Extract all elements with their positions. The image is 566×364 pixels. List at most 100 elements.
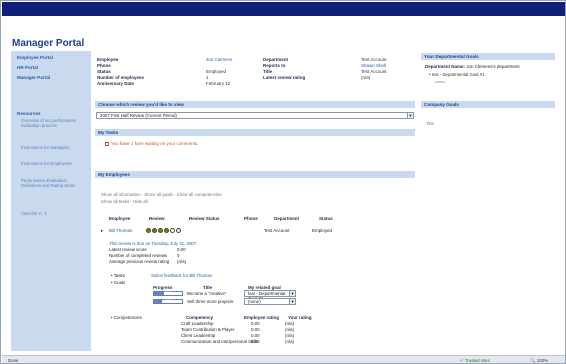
related-goal-select[interactable]: test - Departmental Goal #1▼ xyxy=(244,290,296,301)
row-status: Employed xyxy=(312,228,333,233)
goals-row: • Goals xyxy=(111,280,125,285)
chevron-down-icon[interactable]: ▼ xyxy=(289,299,295,304)
sidebar-item-employee-portal[interactable]: Employee Portal xyxy=(17,55,53,60)
review-status-dot xyxy=(146,228,151,234)
detail-value: (n/a) xyxy=(177,258,187,264)
dept-name-value: Jon Clemens's department xyxy=(466,64,520,69)
related-goal-select[interactable]: (none) ▼ xyxy=(244,298,296,305)
expand-icon[interactable]: ▸ xyxy=(101,228,109,234)
detail-row: Average previous review rating (n/a) xyxy=(109,259,186,265)
goals-label: Goals xyxy=(113,280,126,285)
employee-info-values-2: Test Account Shawn Shell Test Account (n… xyxy=(361,57,416,81)
zoom-level[interactable]: 🔍 100% xyxy=(530,358,548,363)
tasks-row: • Tasks xyxy=(111,273,125,278)
company-goals-heading: Company Goals xyxy=(421,101,555,108)
task-checkbox-icon xyxy=(105,141,109,146)
chevron-down-icon[interactable]: ▼ xyxy=(289,291,295,296)
dept-goal-text: test - Departmental Goal #1 xyxy=(431,72,485,77)
detail-value: 0.00 xyxy=(177,247,186,252)
chevron-down-icon[interactable]: ▼ xyxy=(407,113,413,118)
review-status-dot xyxy=(176,228,181,234)
sidebar-link-definitions[interactable]: Performance Evaluation Definitions and R… xyxy=(21,178,85,188)
competency-name: Team Contribution & Player xyxy=(181,327,235,332)
goal-title: Sell three more projects xyxy=(187,299,234,304)
col-status: Status xyxy=(319,216,333,221)
competency-employee: 0.00 xyxy=(251,333,260,338)
sidebar-item-hr-portal[interactable]: HR Portal xyxy=(17,65,38,70)
row-department: Test Account xyxy=(264,228,290,233)
label-latest-rating: Latest review rating xyxy=(263,75,306,80)
goal-progress-text: 35% xyxy=(165,291,173,295)
competency-name: Client Leadership xyxy=(181,333,216,338)
competency-yours: (n/a) xyxy=(285,333,295,338)
value-anniversary: February 12 xyxy=(206,81,231,86)
filter-line-2[interactable]: Show all tasks - Hide all xyxy=(101,199,148,204)
col-employee: Employee xyxy=(109,216,131,221)
row-employee[interactable]: Bill Thomas xyxy=(109,228,149,233)
sidebar-link-overview[interactable]: Overview of our performance evaluation p… xyxy=(21,118,85,128)
filter-links-1[interactable]: Show all information - Show all goals - … xyxy=(101,192,222,197)
dept-goal-item: • test - Departmental Goal #1 xyxy=(429,72,485,77)
goal-row: 30% Sell three more projects (none) ▼ xyxy=(153,298,413,306)
task-message: You have 1 form waiting on your comments… xyxy=(111,141,199,146)
dept-name-row: Department Name: Jon Clemens's departmen… xyxy=(425,64,555,69)
col-phone: Phone xyxy=(244,216,258,221)
goal-progress-fill xyxy=(154,300,163,303)
sidebar-link-instructions-managers[interactable]: Instructions for Managers xyxy=(21,145,85,150)
comp-col-name: Competency xyxy=(186,315,214,320)
status-bar: Done ✓ Trusted sites 🔍 100% xyxy=(2,355,565,363)
status-text: Done xyxy=(8,358,19,363)
goal-row: 35% Become a "creative" test - Departmenta… xyxy=(153,290,413,301)
sidebar-resources-heading: Resources xyxy=(17,111,41,116)
goal-col-title: Title xyxy=(203,285,213,290)
employee-info-values: Jon Clemens Employed 1 February 12 xyxy=(206,57,261,87)
sidebar-link-view[interactable]: View the C. T. xyxy=(21,211,85,216)
competency-employee: 0.00 xyxy=(251,327,260,332)
sidebar-link-instructions-employees[interactable]: Instructions for Employees xyxy=(21,161,85,166)
competency-yours: (n/a) xyxy=(285,339,295,344)
review-status-dot xyxy=(170,228,175,234)
detail-value: 0 xyxy=(177,252,180,258)
dept-name-label: Department Name: xyxy=(425,64,466,69)
competency-employee: 2.00 xyxy=(251,339,260,344)
goal-progress-bar: 35% xyxy=(153,291,183,296)
dept-goals-heading: Your Departmental Goals xyxy=(421,53,555,60)
competency-row: Communication and Interpersonal Skills 2.… xyxy=(181,339,401,345)
zoom-icon: 🔍 xyxy=(530,358,537,363)
col-review-status: Review Status xyxy=(189,216,220,221)
filter-line-1[interactable]: Show all information - Show all goals - … xyxy=(101,192,222,197)
solicit-feedback-link[interactable]: Solicit feedback for Bill Thomas xyxy=(151,273,212,278)
review-status-dot xyxy=(152,228,157,234)
sidebar-item-manager-portal[interactable]: Manager Portal xyxy=(17,75,50,80)
label-anniversary: Anniversary Date xyxy=(97,81,135,86)
goal-progress-fill xyxy=(154,292,164,295)
browser-window: Manager Portal Employee Portal HR Portal… xyxy=(0,0,566,364)
comp-col-yours: Your rating xyxy=(288,315,312,320)
sidebar: Employee Portal HR Portal Manager Portal… xyxy=(11,51,91,351)
dept-goal-sub: xxxxx xyxy=(435,79,445,84)
page-title: Manager Portal xyxy=(12,38,85,49)
review-select-value: 2007 First Half Review (Current Period) xyxy=(100,113,177,118)
task-item[interactable]: You have 1 form waiting on your comments… xyxy=(105,141,198,146)
zoom-text: 100% xyxy=(536,358,548,363)
review-select[interactable]: 2007 First Half Review (Current Period) … xyxy=(96,112,414,119)
competency-employee: 0.00 xyxy=(251,321,260,326)
detail-label: Average previous review rating xyxy=(109,258,170,264)
filter-links-2[interactable]: Show all tasks - Hide all xyxy=(101,199,148,204)
tasks-label: Tasks xyxy=(113,273,125,278)
review-details: Latest review score 0.00 Number of comple… xyxy=(109,247,186,264)
trusted-zone-text: Trusted sites xyxy=(464,358,490,363)
related-goal-value: (none) xyxy=(248,299,261,304)
goal-progress-text: 30% xyxy=(165,299,173,303)
review-status-dot xyxy=(158,228,163,234)
comp-col-employee: Employee rating xyxy=(244,315,280,320)
goal-title: Become a "creative" xyxy=(187,291,227,296)
goal-progress-bar: 30% xyxy=(153,299,183,304)
goal-col-progress: Progress xyxy=(153,285,173,290)
competencies-row: • Competencies xyxy=(111,315,142,320)
review-status-dots xyxy=(146,228,196,234)
company-goal-title: Title xyxy=(426,121,434,126)
competency-name: Communication and Interpersonal Skills xyxy=(181,339,259,344)
employee-info-labels-2: Department Reports to Title Latest revie… xyxy=(263,57,343,81)
competency-name: Craft Leadership xyxy=(181,321,214,326)
